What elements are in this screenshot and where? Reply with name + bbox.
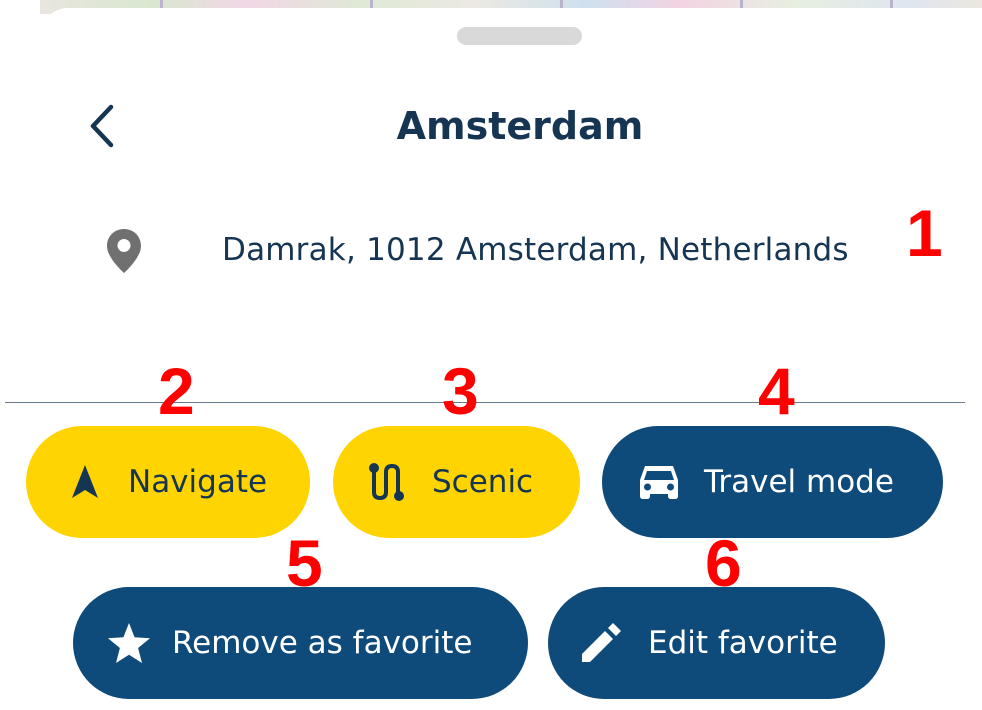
- navigate-button[interactable]: Navigate: [26, 426, 310, 538]
- scenic-button[interactable]: Scenic: [333, 426, 580, 538]
- remove-favorite-button[interactable]: Remove as favorite: [73, 587, 528, 699]
- annotation-marker-2: 2: [158, 354, 195, 428]
- divider: [5, 402, 965, 403]
- car-icon: [636, 462, 682, 502]
- drag-handle[interactable]: [457, 27, 582, 45]
- map-pin-icon: [107, 229, 141, 273]
- annotation-marker-1: 1: [906, 196, 943, 270]
- scenic-route-icon: [366, 460, 410, 504]
- page-title: Amsterdam: [396, 104, 644, 148]
- travel-mode-button[interactable]: Travel mode: [602, 426, 943, 538]
- annotation-marker-3: 3: [442, 354, 479, 428]
- remove-favorite-label: Remove as favorite: [172, 625, 473, 661]
- star-icon: [106, 620, 152, 666]
- scenic-label: Scenic: [432, 464, 534, 500]
- annotation-marker-4: 4: [758, 354, 795, 428]
- navigate-label: Navigate: [128, 464, 268, 500]
- travel-mode-label: Travel mode: [704, 464, 894, 500]
- pencil-icon: [578, 620, 624, 666]
- location-address: Damrak, 1012 Amsterdam, Netherlands: [222, 232, 849, 268]
- chevron-left-icon: [90, 104, 114, 148]
- navigation-arrow-icon: [66, 462, 104, 502]
- back-button[interactable]: [78, 96, 126, 156]
- edit-favorite-label: Edit favorite: [648, 625, 838, 661]
- edit-favorite-button[interactable]: Edit favorite: [548, 587, 885, 699]
